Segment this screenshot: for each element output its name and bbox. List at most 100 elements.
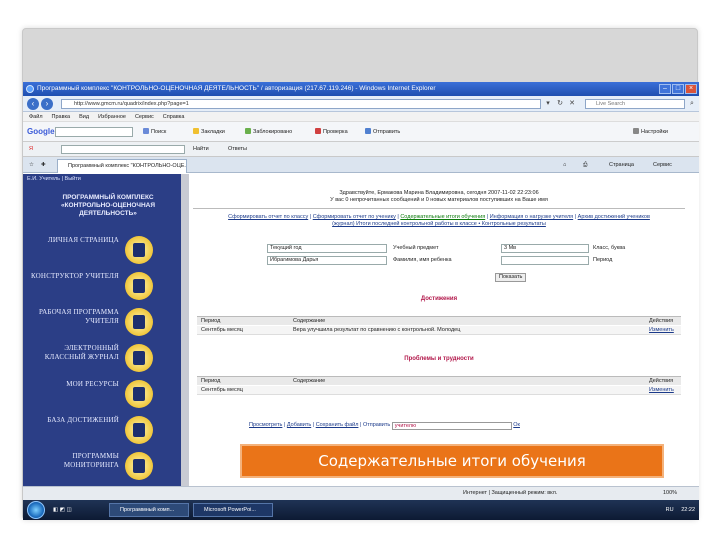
window-title: Программный комплекс "КОНТРОЛЬНО-ОЦЕНОЧН…: [37, 85, 436, 92]
dropdown-icon[interactable]: ▾: [543, 99, 553, 109]
sidebar-item-monitoring[interactable]: ПРОГРАММЫ МОНИТОРИНГА: [27, 450, 177, 486]
language-indicator[interactable]: RU: [666, 507, 674, 513]
header-actions: Действия: [649, 318, 674, 324]
scroll-strip: [181, 174, 189, 504]
search-icon[interactable]: ⌕: [687, 99, 697, 109]
google-search-input[interactable]: [55, 127, 133, 137]
menu-edit[interactable]: Правка: [52, 112, 71, 121]
save-file-link[interactable]: Сохранить файл: [316, 422, 359, 428]
yandex-logo: Я: [29, 146, 33, 152]
login-info[interactable]: Е.И. Учитель | Выйти: [27, 176, 81, 182]
yandex-answers-button[interactable]: Ответы: [228, 144, 247, 154]
system-tray: RU 22:22: [666, 503, 695, 517]
tools-menu[interactable]: Сервис: [653, 160, 672, 170]
link-learning-outcomes[interactable]: Содержательные итоги обучения: [400, 214, 485, 220]
minimize-button[interactable]: –: [659, 84, 671, 94]
sidebar-item-constructor[interactable]: КОНСТРУКТОР УЧИТЕЛЯ: [27, 270, 177, 306]
edit-link[interactable]: Изменить: [649, 326, 674, 334]
add-link[interactable]: Добавить: [287, 422, 311, 428]
refresh-icon[interactable]: ↻: [555, 99, 565, 109]
taskbar-ie-button[interactable]: Программный комп...: [109, 503, 189, 517]
settings-button[interactable]: Настройки: [633, 127, 668, 137]
menu-bar: Файл Правка Вид Избранное Сервис Справка: [23, 112, 699, 122]
form-row-2: Ибрагимова Дарья Фамилия, имя ребенка Пе…: [245, 256, 685, 266]
header-period: Период: [201, 318, 221, 324]
link-last-test[interactable]: (журнал) Итоги последней контрольной раб…: [332, 221, 546, 227]
status-bar: Интернет | Защищенный режим: вкл. 100%: [23, 486, 699, 500]
journal-icon: [125, 344, 153, 372]
sidebar-item-class-journal[interactable]: ЭЛЕКТРОННЫЙ КЛАССНЫЙ ЖУРНАЛ: [27, 342, 177, 378]
block-icon: [245, 128, 251, 134]
close-button[interactable]: ×: [685, 84, 697, 94]
zoom-level[interactable]: 100%: [663, 487, 677, 500]
quick-launch-icons[interactable]: ◧ ◩ ◫: [53, 505, 72, 515]
header-content: Содержание: [293, 318, 326, 324]
table-row: Сентябрь месяц Изменить: [197, 386, 681, 395]
greeting: Здравствуйте, Ермакова Марина Владимиров…: [339, 190, 539, 196]
divider: [193, 208, 685, 209]
row-period: Сентябрь месяц: [201, 387, 243, 393]
forward-icon[interactable]: ›: [41, 98, 53, 110]
send-button[interactable]: Отправить: [365, 127, 400, 137]
back-icon[interactable]: ‹: [27, 98, 39, 110]
link-archive[interactable]: Архив достижений учеников: [578, 214, 650, 220]
favorites-star-icon[interactable]: ☆: [29, 160, 34, 170]
start-button[interactable]: [27, 501, 45, 519]
google-logo: Google: [27, 127, 55, 136]
app-title: ПРОГРАММНЫЙ КОМПЛЕКС «КОНТРОЛЬНО-ОЦЕНОЧН…: [60, 194, 156, 217]
form-row-1: Текущий год Учебный предмет 3 Мв Класс, …: [245, 244, 685, 254]
edit-link[interactable]: Изменить: [649, 386, 674, 394]
window-controls: – □ ×: [659, 84, 697, 94]
sidebar-item-work-program[interactable]: РАБОЧАЯ ПРОГРАММА УЧИТЕЛЯ: [27, 306, 177, 342]
header-period: Период: [201, 378, 221, 384]
page-menu[interactable]: Страница: [609, 160, 634, 170]
menu-view[interactable]: Вид: [79, 112, 89, 121]
yandex-find-button[interactable]: Найти: [193, 144, 209, 154]
sidebar-item-achievements-base[interactable]: БАЗА ДОСТИЖЕНИЙ: [27, 414, 177, 450]
student-select[interactable]: Ибрагимова Дарья: [267, 256, 387, 265]
table-row: Сентябрь месяц Вера улучшила результат п…: [197, 326, 681, 335]
yandex-search-input[interactable]: [61, 145, 185, 154]
header-content: Содержание: [293, 378, 326, 384]
taskbar-powerpoint-button[interactable]: Microsoft PowerPoi...: [193, 503, 273, 517]
google-toolbar: Google Поиск Закладки Заблокировано Пров…: [23, 122, 699, 142]
bookmarks-button[interactable]: Закладки: [193, 127, 225, 137]
home-icon[interactable]: ⌂: [563, 160, 566, 170]
problems-table-header: Период Содержание Действия: [197, 376, 681, 385]
view-link[interactable]: Просмотреть: [249, 422, 282, 428]
popup-blocker-button[interactable]: Заблокировано: [245, 127, 292, 137]
messages-notice: У вас 0 непрочитанных сообщений и 0 новы…: [330, 197, 548, 203]
sidebar-item-my-resources[interactable]: МОИ РЕСУРСЫ: [27, 378, 177, 414]
link-class-report[interactable]: Сформировать отчет по классу: [228, 214, 308, 220]
slide-caption: Содержательные итоги обучения: [240, 444, 664, 478]
security-zone: Интернет | Защищенный режим: вкл.: [463, 490, 558, 496]
taskbar: ◧ ◩ ◫ Программный комп... Microsoft Powe…: [23, 500, 699, 520]
menu-tools[interactable]: Сервис: [135, 112, 154, 121]
recipient-select[interactable]: учителю: [391, 422, 512, 430]
url-input[interactable]: http://www.gmcm.ru/quadrix/index.php?pag…: [61, 99, 541, 109]
google-search-button[interactable]: Поиск: [143, 127, 166, 137]
spellcheck-button[interactable]: Проверка: [315, 127, 348, 137]
work-program-icon: [125, 308, 153, 336]
class-select[interactable]: 3 Мв: [501, 244, 589, 253]
window-titlebar: Программный комплекс "КОНТРОЛЬНО-ОЦЕНОЧН…: [23, 82, 699, 96]
link-student-report[interactable]: Сформировать отчет по ученику: [313, 214, 396, 220]
maximize-button[interactable]: □: [672, 84, 684, 94]
stop-icon[interactable]: ✕: [567, 99, 577, 109]
show-button[interactable]: Показать: [495, 273, 527, 282]
internet-explorer-icon: [26, 85, 34, 93]
live-search-input[interactable]: Live Search: [585, 99, 685, 109]
menu-favorites[interactable]: Избранное: [98, 112, 126, 121]
ok-link[interactable]: Ок: [513, 422, 520, 428]
add-favorite-icon[interactable]: ✚: [41, 160, 46, 170]
print-icon[interactable]: ⎙: [583, 160, 587, 170]
year-select[interactable]: Текущий год: [267, 244, 387, 253]
sidebar-item-personal-page[interactable]: ЛИЧНАЯ СТРАНИЦА: [27, 234, 177, 270]
report-links: Сформировать отчет по классу | Сформиров…: [228, 214, 650, 227]
link-teacher-load[interactable]: Информация о нагрузке учителя: [490, 214, 573, 220]
menu-help[interactable]: Справка: [163, 112, 185, 121]
tab-active[interactable]: Программный комплекс "КОНТРОЛЬНО-ОЦЕ...: [57, 159, 187, 173]
period-input[interactable]: [501, 256, 589, 265]
menu-file[interactable]: Файл: [29, 112, 43, 121]
row-period: Сентябрь месяц: [201, 327, 243, 333]
